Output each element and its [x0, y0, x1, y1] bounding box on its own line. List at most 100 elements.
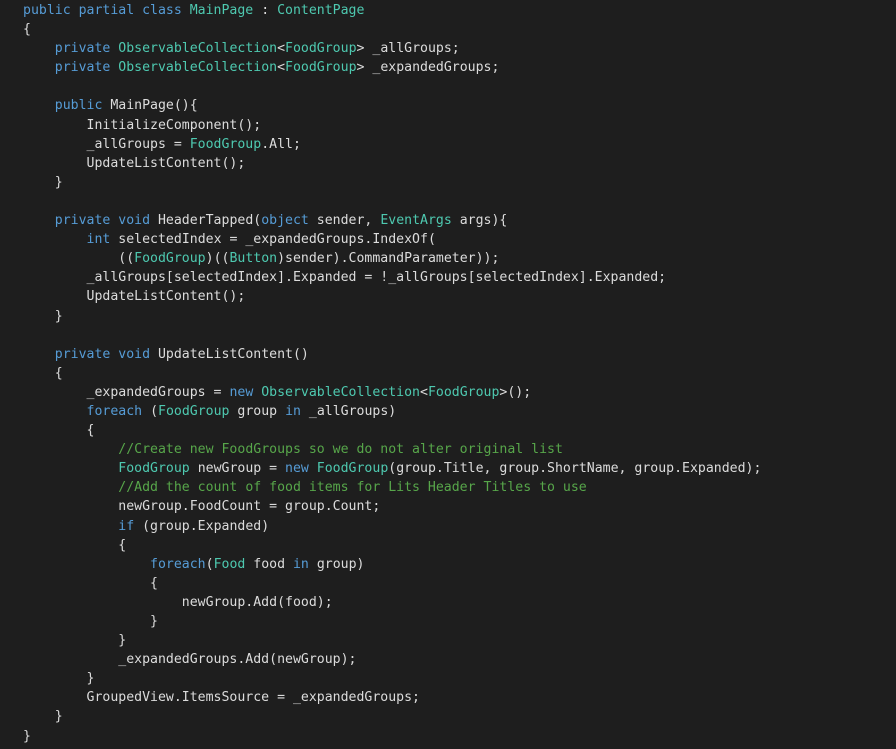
code-line: _allGroups = FoodGroup.All;: [23, 135, 896, 154]
code-token: _expandedGroups.Add(newGroup);: [23, 652, 357, 668]
code-line: foreach (FoodGroup group in _allGroups): [23, 402, 896, 421]
code-line: }: [23, 173, 896, 192]
code-line: }: [23, 707, 896, 726]
code-token: newGroup =: [197, 461, 286, 477]
code-token: {: [23, 423, 95, 439]
code-token: {: [23, 365, 63, 381]
code-token: <: [420, 384, 428, 400]
type-token: ObservableCollection: [118, 41, 278, 57]
code-token: {: [23, 575, 158, 591]
code-line: FoodGroup newGroup = new FoodGroup(group…: [23, 459, 896, 478]
keyword-token: new: [285, 461, 317, 477]
code-token: food: [253, 556, 293, 572]
code-token: UpdateListContent(): [157, 346, 309, 362]
code-token: _expandedGroups =: [23, 384, 230, 400]
code-line: }: [23, 669, 896, 688]
type-token: ObservableCollection: [118, 60, 278, 76]
keyword-token: private: [54, 41, 119, 57]
code-token: (group.Title, group.ShortName, group.Exp…: [388, 461, 762, 477]
code-token: }: [23, 633, 127, 649]
code-line: private ObservableCollection<FoodGroup> …: [23, 39, 896, 58]
code-token: newGroup.FoodCount = group.Count;: [23, 499, 381, 515]
keyword-token: int: [86, 232, 119, 248]
code-token: }: [23, 308, 63, 324]
code-line: ((FoodGroup)((Button)sender).CommandPara…: [23, 249, 896, 268]
code-token: HeaderTapped(: [157, 213, 262, 229]
code-line: private ObservableCollection<FoodGroup> …: [23, 58, 896, 77]
code-token: args){: [459, 213, 508, 229]
code-token: {: [23, 537, 127, 553]
code-line: }: [23, 631, 896, 650]
code-line: if (group.Expanded): [23, 517, 896, 536]
type-token: FoodGroup: [189, 136, 262, 152]
keyword-token: public: [54, 98, 111, 114]
code-line: GroupedView.ItemsSource = _expandedGroup…: [23, 688, 896, 707]
code-line: public partial class MainPage : ContentP…: [23, 1, 896, 20]
type-token: FoodGroup: [427, 384, 500, 400]
code-line: private void UpdateListContent(): [23, 345, 896, 364]
type-token: ObservableCollection: [261, 384, 420, 400]
code-token: {: [23, 22, 31, 38]
code-token: InitializeComponent();: [23, 117, 262, 133]
code-token: _allGroups[selectedIndex].Expanded = !_a…: [23, 270, 667, 286]
keyword-token: in: [285, 403, 309, 419]
code-line: {: [23, 421, 896, 440]
code-token: MainPage(){: [110, 98, 198, 114]
code-line: _allGroups[selectedIndex].Expanded = !_a…: [23, 268, 896, 287]
code-token: group): [316, 556, 365, 572]
code-line: newGroup.Add(food);: [23, 593, 896, 612]
code-token: GroupedView.ItemsSource = _expandedGroup…: [23, 690, 420, 706]
keyword-token: foreach: [86, 403, 151, 419]
code-token: _allGroups =: [23, 136, 190, 152]
code-line: newGroup.FoodCount = group.Count;: [23, 497, 896, 516]
comment-token: //Create new FoodGroups so we do not alt…: [118, 442, 563, 458]
code-line: }: [23, 307, 896, 326]
code-editor[interactable]: public partial class MainPage : ContentP…: [0, 0, 896, 749]
type-token: Food: [213, 556, 254, 572]
keyword-token: new: [229, 384, 262, 400]
code-token: <: [277, 60, 286, 76]
keyword-token: private void: [54, 213, 158, 229]
code-token: }: [23, 174, 63, 190]
type-token: FoodGroup: [285, 60, 357, 76]
code-token: (: [150, 403, 159, 419]
code-token: newGroup.Add(food);: [23, 594, 333, 610]
type-token: FoodGroup: [285, 41, 357, 57]
code-token: > _expandedGroups;: [356, 60, 500, 76]
code-token: :: [253, 3, 278, 18]
keyword-token: private: [54, 60, 119, 76]
code-line: }: [23, 727, 896, 746]
code-token: }: [23, 709, 63, 725]
type-token: EventArgs: [380, 213, 460, 229]
code-line: }: [23, 612, 896, 631]
code-token: selectedIndex = _expandedGroups.IndexOf(: [118, 232, 436, 248]
code-token: sender,: [316, 213, 381, 229]
code-line: _expandedGroups.Add(newGroup);: [23, 650, 896, 669]
type-token: FoodGroup: [118, 461, 198, 477]
code-line: //Create new FoodGroups so we do not alt…: [23, 440, 896, 459]
type-token: Button: [229, 251, 278, 267]
keyword-token: if: [118, 518, 143, 534]
code-token: >();: [499, 384, 532, 400]
code-line: {: [23, 536, 896, 555]
code-token: .All;: [261, 136, 301, 152]
code-line: foreach(Food food in group): [23, 555, 896, 574]
keyword-token: public partial class: [23, 3, 190, 18]
type-token: MainPage: [189, 3, 254, 18]
code-line: InitializeComponent();: [23, 116, 896, 135]
type-token: FoodGroup: [316, 461, 389, 477]
code-line: private void HeaderTapped(object sender,…: [23, 211, 896, 230]
code-line: {: [23, 574, 896, 593]
code-line: UpdateListContent();: [23, 154, 896, 173]
code-token: > _allGroups;: [356, 41, 460, 57]
comment-token: //Add the count of food items for Lits H…: [118, 480, 587, 496]
